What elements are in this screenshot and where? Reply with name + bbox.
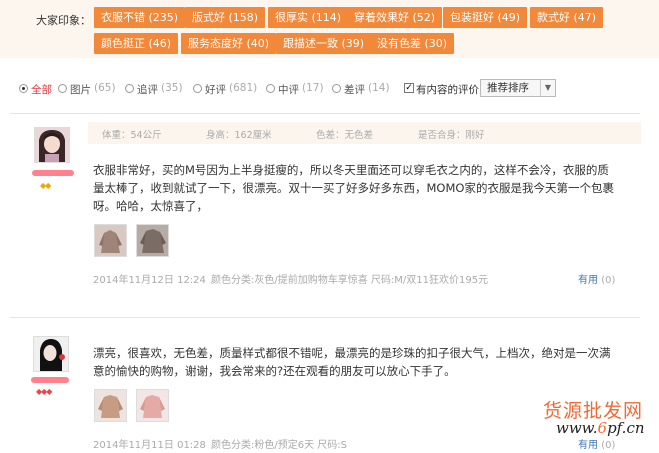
info-fit: 是否合身：刚好 — [418, 130, 485, 141]
review-text-line: 呀。哈哈，太惊喜了， — [93, 199, 208, 213]
avatar[interactable] — [33, 336, 69, 372]
useful-button[interactable]: 有用 (0) — [578, 436, 615, 451]
watermark-url-prefix: www. — [556, 419, 598, 437]
impression-tag[interactable]: 穿着效果好 (52) — [347, 7, 443, 28]
filter-radio-all[interactable] — [19, 84, 28, 93]
watermark-url-suffix: pf.cn — [607, 419, 645, 437]
avatar[interactable] — [34, 127, 70, 163]
impression-tag[interactable]: 很厚实 (114) — [268, 7, 349, 28]
review-filter-bar: 全部 图片 (65) 追评 (35) 好评 (681) 中评 (17) 差评 (… — [0, 79, 659, 101]
watermark-url: www.6pf.cn — [556, 419, 645, 437]
review-text: 衣服非常好，买的M号因为上半身挺瘦的，所以冬天里面还可以穿毛衣之内的，这样不会冷… — [93, 161, 614, 215]
impression-tag[interactable]: 包装挺好 (49) — [443, 7, 528, 28]
review-text-line: 衣服非常好，买的M号因为上半身挺瘦的，所以冬天里面还可以穿毛衣之内的，这样不会冷… — [93, 163, 609, 177]
filter-label-positive[interactable]: 好评 — [205, 82, 226, 97]
info-weight: 体重：54公斤 — [102, 130, 162, 141]
content-only-label[interactable]: 有内容的评价 — [416, 82, 479, 97]
filter-label-negative[interactable]: 差评 — [344, 82, 365, 97]
filter-label-neutral[interactable]: 中评 — [278, 82, 299, 97]
filter-radio-followup[interactable] — [125, 84, 134, 93]
review-date: 2014年11月12日 12:24 — [93, 275, 206, 286]
useful-label[interactable]: 有用 — [578, 275, 598, 286]
review-sku: 颜色分类:粉色/预定6天 尺码:S — [211, 440, 347, 451]
divider — [10, 317, 640, 318]
filter-radio-negative[interactable] — [332, 84, 341, 93]
content-only-checkbox[interactable]: ✓ — [404, 83, 414, 93]
filter-radio-images[interactable] — [58, 84, 67, 93]
impression-tag[interactable]: 服务态度好 (40) — [181, 33, 277, 54]
filter-count-images: (65) — [94, 82, 116, 94]
buyer-info-bar: 体重：54公斤 身高：162厘米 色差：无色差 是否合身：刚好 — [88, 122, 641, 144]
filter-count-negative: (14) — [368, 82, 390, 94]
review-photo-thumbnail[interactable] — [136, 389, 169, 422]
review-text-line: 意的愉快的购物，谢谢，我会常来的?还在观看的朋友可以放心下手了。 — [93, 364, 456, 378]
review-date: 2014年11月11日 01:28 — [93, 440, 206, 451]
filter-label-images[interactable]: 图片 — [70, 82, 91, 97]
review-photo-thumbnail[interactable] — [136, 224, 169, 257]
sort-select-value: 推荐排序 — [487, 82, 529, 94]
buyer-level-icon: ◆◆ — [40, 181, 51, 190]
buyer-level-icon: ◆◆◆ — [36, 387, 53, 396]
review-photo-thumbnail[interactable] — [94, 389, 127, 422]
review-photo-thumbnail[interactable] — [94, 224, 127, 257]
filter-radio-neutral[interactable] — [266, 84, 275, 93]
useful-button[interactable]: 有用 (0) — [578, 271, 615, 286]
impression-tag[interactable]: 衣服不错 (235) — [94, 7, 186, 28]
useful-label[interactable]: 有用 — [578, 440, 598, 451]
review-text-line: 量太棒了，收到就试了一下，很漂亮。双十一买了好多好多东西，MOMO家的衣服是我今… — [93, 181, 614, 195]
impression-tag[interactable]: 版式好 (158) — [185, 7, 266, 28]
review-text-line: 漂亮，很喜欢，无色差，质量样式都很不错呢，最漂亮的是珍珠的扣子很大气，上档次，绝… — [93, 346, 611, 360]
sort-select[interactable]: 推荐排序 ▼ — [480, 79, 556, 97]
filter-label-all[interactable]: 全部 — [31, 82, 52, 97]
impression-tag[interactable]: 颜色挺正 (46) — [94, 33, 179, 54]
filter-count-followup: (35) — [161, 82, 183, 94]
divider — [10, 113, 640, 114]
username-redacted — [31, 377, 69, 383]
info-color-diff: 色差：无色差 — [316, 130, 374, 141]
filter-count-neutral: (17) — [302, 82, 324, 94]
impression-tag[interactable]: 款式好 (47) — [530, 7, 604, 28]
useful-count: (0) — [601, 440, 616, 451]
watermark-url-number: 6 — [597, 419, 608, 437]
filter-radio-positive[interactable] — [193, 84, 202, 93]
review-text: 漂亮，很喜欢，无色差，质量样式都很不错呢，最漂亮的是珍珠的扣子很大气，上档次，绝… — [93, 344, 611, 380]
username-redacted — [32, 170, 74, 176]
filter-count-positive: (681) — [229, 82, 258, 94]
impressions-label: 大家印象： — [36, 14, 91, 27]
review-sku: 颜色分类:灰色/提前加购物车享惊喜 尺码:M/双11狂欢价195元 — [211, 275, 489, 286]
chevron-down-icon[interactable]: ▼ — [540, 80, 555, 96]
useful-count: (0) — [601, 275, 616, 286]
impression-tag[interactable]: 没有色差 (30) — [370, 33, 455, 54]
impression-tag[interactable]: 跟描述一致 (39) — [276, 33, 372, 54]
filter-label-followup[interactable]: 追评 — [137, 82, 158, 97]
info-height: 身高：162厘米 — [206, 130, 272, 141]
